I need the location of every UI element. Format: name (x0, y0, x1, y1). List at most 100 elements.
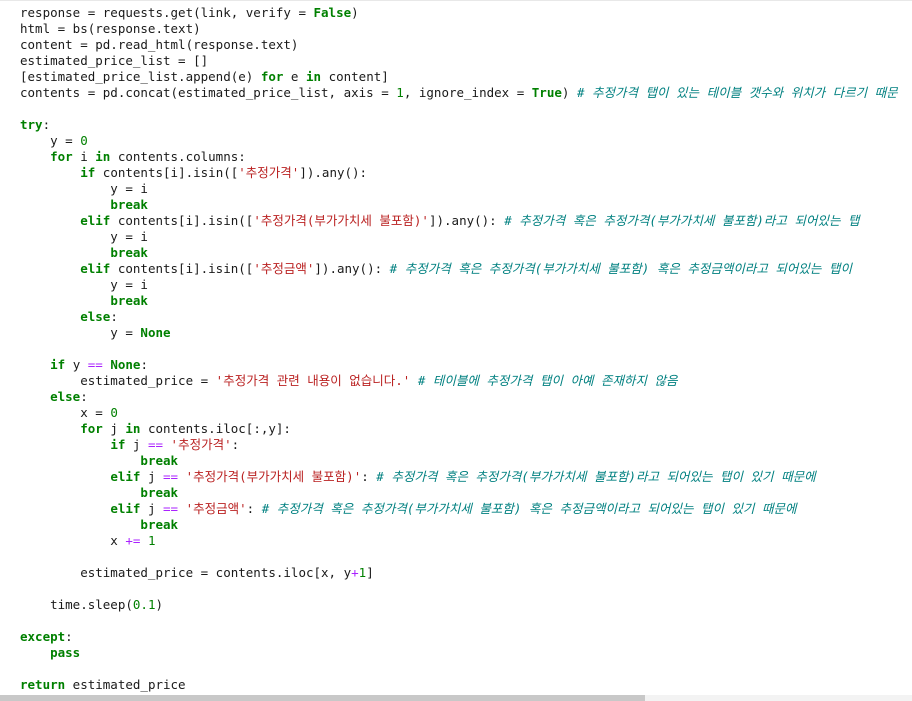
code-line: time.sleep(0.1) (20, 597, 898, 613)
code-line: y = i (20, 181, 898, 197)
code-line: content = pd.read_html(response.text) (20, 37, 898, 53)
code-token: for (260, 69, 284, 84)
code-token: True (531, 85, 562, 100)
code-line: return estimated_price (20, 677, 898, 693)
code-token: '추정금액' (253, 261, 315, 276)
code-line: pass (20, 645, 898, 661)
code-token: # 추정가격 혹은 추정가격(부가가치세 불포함) 혹은 추정금액이라고 되어있… (261, 501, 797, 516)
code-line: response = requests.get(link, verify = F… (20, 5, 898, 21)
code-line: estimated_price = contents.iloc[x, y+1] (20, 565, 898, 581)
code-token: html = bs(response.text) (20, 21, 201, 36)
code-token: : (140, 357, 148, 372)
code-token: except (20, 629, 66, 644)
code-token: contents.iloc[:,y]: (140, 421, 291, 436)
code-token: return (20, 677, 66, 692)
code-line: estimated_price = '추정가격 관련 내용이 없습니다.' # … (20, 373, 898, 389)
code-token: y = (20, 133, 81, 148)
code-token: , ignore_index = (403, 85, 532, 100)
code-line: else: (20, 309, 898, 325)
code-token: 1 (147, 533, 156, 548)
code-line: [estimated_price_list.append(e) for e in… (20, 69, 898, 85)
scrollbar-thumb[interactable] (0, 695, 645, 701)
code-token: 0.1 (132, 597, 156, 612)
code-token: j (102, 421, 126, 436)
code-token: content] (321, 69, 389, 84)
code-token: contents[i].isin([ (95, 165, 239, 180)
code-token: 0 (110, 405, 118, 420)
code-token: : (231, 437, 240, 452)
code-token: '추정가격' (170, 437, 232, 452)
code-token: break (140, 453, 179, 468)
code-token: for (50, 149, 73, 164)
code-token: [estimated_price_list.append(e) (20, 69, 261, 84)
code-token: None (140, 325, 171, 340)
code-editor[interactable]: response = requests.get(link, verify = F… (0, 0, 912, 701)
code-token: x (20, 533, 126, 548)
code-token: break (110, 245, 148, 260)
code-token: else (80, 309, 111, 324)
code-token: ]).any(): (314, 261, 390, 276)
code-token: ) (155, 597, 163, 612)
code-token: estimated_price = (20, 373, 216, 388)
code-token: in (125, 421, 141, 436)
code-token: 0 (80, 133, 88, 148)
code-token: '추정금액' (185, 501, 247, 516)
code-token: i (72, 149, 96, 164)
code-token: == (163, 501, 179, 516)
code-token: elif (110, 501, 141, 516)
code-token: in (95, 149, 111, 164)
code-line: if y == None: (20, 357, 898, 373)
code-token: j (125, 437, 148, 452)
code-token: False (313, 5, 352, 20)
code-line: break (20, 453, 898, 469)
code-token: time.sleep( (20, 597, 133, 612)
code-token: y = i (20, 277, 148, 292)
code-line: y = None (20, 325, 898, 341)
code-token: if (80, 165, 96, 180)
code-token: + (351, 565, 359, 580)
code-token: '추정가격(부가가치세 불포함)' (185, 469, 362, 484)
code-line: try: (20, 117, 898, 133)
code-token: ) (351, 5, 359, 20)
code-line: break (20, 245, 898, 261)
code-line: elif j == '추정가격(부가가치세 불포함)': # 추정가격 혹은 추… (20, 469, 898, 485)
code-line: except: (20, 629, 898, 645)
code-token: ]).any(): (428, 213, 505, 228)
code-line: y = i (20, 277, 898, 293)
code-token: ]).any(): (299, 165, 368, 180)
code-token: : (361, 469, 377, 484)
code-token: if (50, 357, 66, 372)
code-token: for (80, 421, 103, 436)
code-token: elif (80, 213, 111, 228)
horizontal-scrollbar[interactable] (0, 695, 912, 701)
code-token: elif (80, 261, 111, 276)
code-token: in (305, 69, 322, 84)
code-token: estimated_price_list = [] (20, 53, 209, 68)
code-token: j (140, 501, 163, 516)
code-token: # 추정가격 혹은 추정가격(부가가치세 불포함)라고 되어있는 탭이 있기 때… (376, 469, 816, 484)
code-line: if j == '추정가격': (20, 437, 898, 453)
code-line: x += 1 (20, 533, 898, 549)
code-token: '추정가격' (238, 165, 300, 180)
code-token: content = pd.read_html(response.text) (20, 37, 299, 52)
